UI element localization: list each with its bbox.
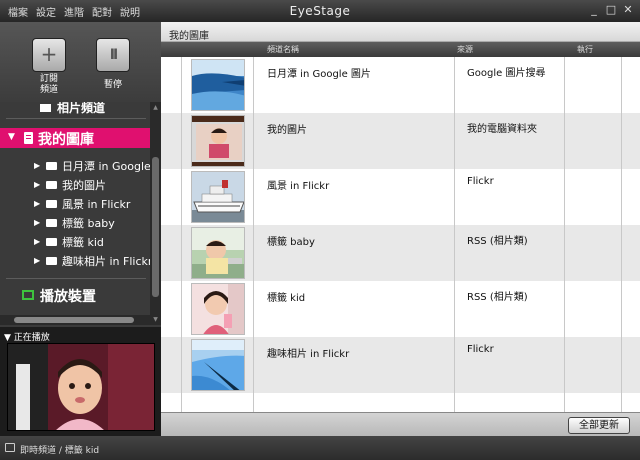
column-divider <box>454 57 455 412</box>
folder-icon <box>46 181 57 189</box>
pause-label: 暫停 <box>103 80 122 90</box>
library-icon <box>24 132 33 144</box>
subscribe-label: 訂閱 頻道 <box>39 74 58 95</box>
channel-tree: 相片頻道 ▼ 我的圖庫 ▶ 日月潭 in Google ▶ 我的圖片 ▶ 風景 in … <box>0 102 150 325</box>
page-title: 我的圖庫 <box>169 31 209 42</box>
channel-name: 標籤 kid <box>267 293 306 304</box>
channel-thumbnail <box>191 227 245 279</box>
folder-icon <box>46 200 57 208</box>
channel-source: Google 圖片搜尋 <box>467 68 546 79</box>
tree-item-my-library[interactable]: ▼ 我的圖庫 <box>0 128 150 148</box>
expand-arrow-icon[interactable]: ▶ <box>34 199 40 208</box>
channel-thumbnail <box>191 115 245 167</box>
app-title: EyeStage <box>289 4 351 18</box>
tree-vertical-scrollbar[interactable]: ▲ ▼ <box>150 102 161 325</box>
monitor-icon <box>22 290 34 300</box>
column-divider <box>621 57 622 412</box>
pause-icon: II <box>109 47 119 63</box>
channel-thumbnail <box>191 283 245 335</box>
expand-arrow-icon[interactable]: ▼ <box>8 132 15 142</box>
now-playing-title: ▼ 正在播放 <box>4 333 50 343</box>
folder-icon <box>40 104 51 112</box>
channel-source: Flickr <box>467 176 494 187</box>
update-all-button[interactable]: 全部更新 <box>568 417 630 434</box>
channel-icon <box>5 443 15 452</box>
window-controls: _ □ ✕ <box>588 3 634 16</box>
divider <box>6 118 146 119</box>
plus-icon: + <box>40 42 58 66</box>
now-playing-image <box>7 343 155 431</box>
view-footer: 全部更新 <box>161 412 640 436</box>
scroll-up-icon[interactable]: ▲ <box>152 104 159 111</box>
channel-name: 我的圖片 <box>267 125 307 136</box>
channel-source: RSS (相片類) <box>467 236 528 247</box>
channel-thumbnail <box>191 171 245 223</box>
tree-horizontal-scrollbar[interactable] <box>0 315 150 325</box>
now-playing-panel: ▼ 正在播放 <box>0 327 161 436</box>
table-row[interactable]: 趣味相片 in Flickr Flickr <box>161 337 640 393</box>
maximize-icon[interactable]: □ <box>605 3 617 16</box>
tree-item-photo-channels[interactable]: 相片頻道 <box>40 102 105 116</box>
channel-source: RSS (相片類) <box>467 292 528 303</box>
minimize-icon[interactable]: _ <box>588 3 600 16</box>
close-icon[interactable]: ✕ <box>622 3 634 16</box>
table-row[interactable]: 日月潭 in Google 圖片 Google 圖片搜尋 <box>161 57 640 113</box>
left-panel: + 訂閱 頻道 II 暫停 相片頻道 ▼ 我的圖庫 ▶ 日月潭 in Google… <box>0 22 161 436</box>
channel-thumbnail <box>191 339 245 391</box>
toolbar: + 訂閱 頻道 II 暫停 <box>0 22 161 102</box>
status-bar: 即時頻道 / 標籤 kid <box>0 436 640 460</box>
folder-icon <box>46 238 57 246</box>
folder-icon <box>46 162 57 170</box>
column-divider <box>253 57 254 412</box>
subscribe-button[interactable]: + <box>32 38 66 72</box>
scroll-thumb[interactable] <box>14 317 134 323</box>
channel-source: 我的電腦資料夾 <box>467 124 537 135</box>
table-row[interactable]: 我的圖片 我的電腦資料夾 <box>161 113 640 169</box>
channel-name: 風景 in Flickr <box>267 181 330 192</box>
column-divider <box>181 57 182 412</box>
pause-button[interactable]: II <box>96 38 130 72</box>
title-bar: 檔案 設定 進階 配對 說明 EyeStage _ □ ✕ <box>0 0 640 22</box>
scroll-thumb[interactable] <box>152 157 159 297</box>
channel-name: 標籤 baby <box>267 237 315 248</box>
expand-arrow-icon[interactable]: ▶ <box>34 161 40 170</box>
table-row[interactable]: 標籤 kid RSS (相片類) <box>161 281 640 337</box>
table-row[interactable]: 標籤 baby RSS (相片類) <box>161 225 640 281</box>
channel-name: 趣味相片 in Flickr <box>267 349 350 360</box>
scroll-down-icon[interactable]: ▼ <box>152 316 159 323</box>
divider <box>6 278 146 279</box>
channel-name: 日月潭 in Google 圖片 <box>267 69 371 80</box>
expand-arrow-icon[interactable]: ▶ <box>34 256 40 265</box>
folder-icon <box>46 257 57 265</box>
column-header-source[interactable]: 來源 <box>457 44 473 55</box>
folder-icon <box>46 219 57 227</box>
channel-thumbnail <box>191 59 245 111</box>
status-text: 即時頻道 / 標籤 kid <box>20 446 100 456</box>
column-header-name[interactable]: 頻道名稱 <box>267 44 299 55</box>
column-divider <box>564 57 565 412</box>
expand-arrow-icon[interactable]: ▶ <box>34 218 40 227</box>
library-view: 我的圖庫 頻道名稱 來源 執行 日月潭 in Google 圖片 Google … <box>161 22 640 436</box>
view-title-bar: 我的圖庫 <box>161 22 640 42</box>
table-row[interactable]: 風景 in Flickr Flickr <box>161 169 640 225</box>
expand-arrow-icon[interactable]: ▶ <box>34 180 40 189</box>
channel-source: Flickr <box>467 344 494 355</box>
expand-arrow-icon[interactable]: ▶ <box>34 237 40 246</box>
column-header-run[interactable]: 執行 <box>577 44 593 55</box>
table-header: 頻道名稱 來源 執行 <box>161 42 640 57</box>
